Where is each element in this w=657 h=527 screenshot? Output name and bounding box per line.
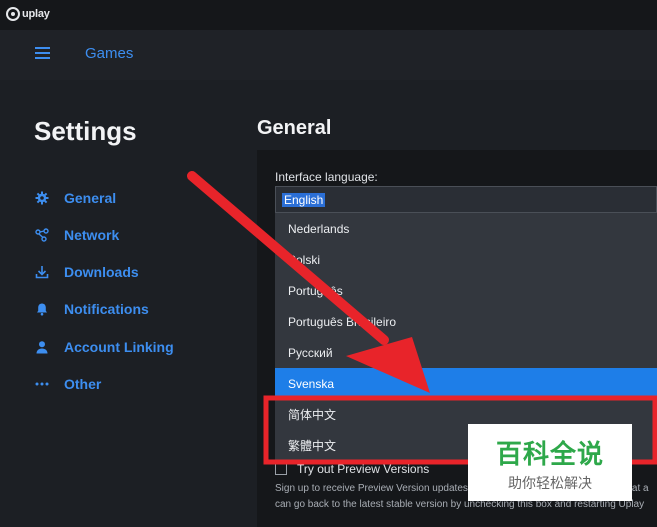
more-icon <box>34 376 50 392</box>
page-title: General <box>257 117 332 139</box>
gear-icon <box>34 190 50 206</box>
language-option-portugues[interactable]: Português <box>275 275 657 306</box>
sidebar-label: Notifications <box>64 301 149 317</box>
sidebar-label: Account Linking <box>64 339 174 355</box>
preview-versions-label: Try out Preview Versions <box>297 462 430 476</box>
language-option-portugues-brasileiro[interactable]: Português Brasileiro <box>275 306 657 337</box>
sidebar-item-general[interactable]: General <box>34 188 116 208</box>
language-option-russian[interactable]: Русский <box>275 337 657 368</box>
title-bar: uplay <box>0 0 657 30</box>
preview-versions-checkbox[interactable] <box>275 463 287 475</box>
sidebar-label: Network <box>64 227 120 243</box>
user-icon <box>34 339 50 355</box>
selected-language-value: English <box>282 193 326 207</box>
uplay-logo: uplay <box>6 7 50 21</box>
logo-text: uplay <box>22 8 50 20</box>
language-option-polski[interactable]: Polski <box>275 244 657 275</box>
interface-language-select[interactable]: English <box>275 186 657 213</box>
language-option-nederlands[interactable]: Nederlands <box>275 213 657 244</box>
sidebar-label: General <box>64 190 117 206</box>
language-option-svenska[interactable]: Svenska <box>275 368 657 399</box>
settings-title: Settings <box>34 116 137 146</box>
watermark-subtitle: 助你轻松解决 <box>508 476 592 492</box>
download-icon <box>34 264 50 280</box>
sidebar-item-account-linking[interactable]: Account Linking <box>34 337 174 357</box>
network-icon <box>34 227 50 243</box>
sidebar-item-network[interactable]: Network <box>34 225 119 245</box>
watermark-title: 百科全说 <box>495 440 604 470</box>
watermark: 百科全说 助你轻松解决 <box>468 424 632 501</box>
nav-games-link[interactable]: Games <box>85 45 133 62</box>
sidebar-item-other[interactable]: Other <box>34 374 101 394</box>
sidebar-item-notifications[interactable]: Notifications <box>34 299 149 319</box>
bell-icon <box>34 301 50 317</box>
sidebar-label: Downloads <box>64 264 139 280</box>
sidebar-item-downloads[interactable]: Downloads <box>34 262 139 282</box>
preview-versions-row: Try out Preview Versions <box>275 462 429 476</box>
uplay-logo-icon <box>6 7 20 21</box>
hamburger-menu-icon[interactable] <box>35 47 50 59</box>
interface-language-label: Interface language: <box>275 170 378 184</box>
sidebar-label: Other <box>64 376 102 392</box>
